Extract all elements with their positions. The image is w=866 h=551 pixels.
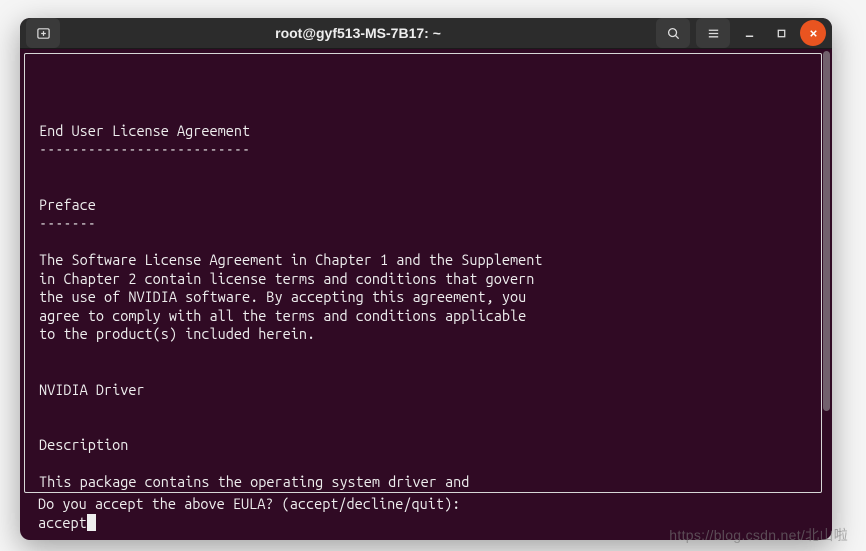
new-tab-icon (36, 26, 51, 41)
close-button[interactable] (800, 20, 826, 46)
driver-label: NVIDIA Driver (39, 381, 145, 398)
minimize-button[interactable] (736, 20, 762, 46)
prompt-question: Do you accept the above EULA? (accept/de… (38, 495, 460, 512)
hamburger-icon (706, 26, 721, 41)
description-body: This package contains the operating syst… (39, 473, 469, 490)
terminal-area[interactable]: End User License Agreement -------------… (20, 49, 832, 540)
preface-underline: ------- (39, 214, 96, 231)
cursor (87, 514, 96, 531)
eula-heading-underline: -------------------------- (39, 140, 250, 157)
close-icon (808, 28, 819, 39)
description-label: Description (39, 436, 128, 453)
eula-content: End User License Agreement -------------… (39, 103, 807, 492)
maximize-icon (776, 28, 787, 39)
preface-body: The Software License Agreement in Chapte… (39, 251, 542, 342)
scrollbar-thumb[interactable] (823, 51, 830, 411)
search-icon (666, 26, 681, 41)
titlebar-right (656, 18, 826, 48)
watermark-text: https://blog.csdn.net/北山啦 (669, 525, 848, 545)
preface-label: Preface (39, 196, 96, 213)
eula-heading: End User License Agreement (39, 122, 250, 139)
prompt-input: accept (38, 514, 87, 533)
titlebar: root@gyf513-MS-7B17: ~ (20, 18, 832, 49)
minimize-icon (744, 28, 755, 39)
new-tab-button[interactable] (26, 18, 60, 48)
window-title: root@gyf513-MS-7B17: ~ (66, 25, 650, 41)
maximize-button[interactable] (768, 20, 794, 46)
terminal-window: root@gyf513-MS-7B17: ~ (20, 18, 832, 540)
eula-box: End User License Agreement -------------… (24, 53, 822, 493)
search-button[interactable] (656, 18, 690, 48)
menu-button[interactable] (696, 18, 730, 48)
